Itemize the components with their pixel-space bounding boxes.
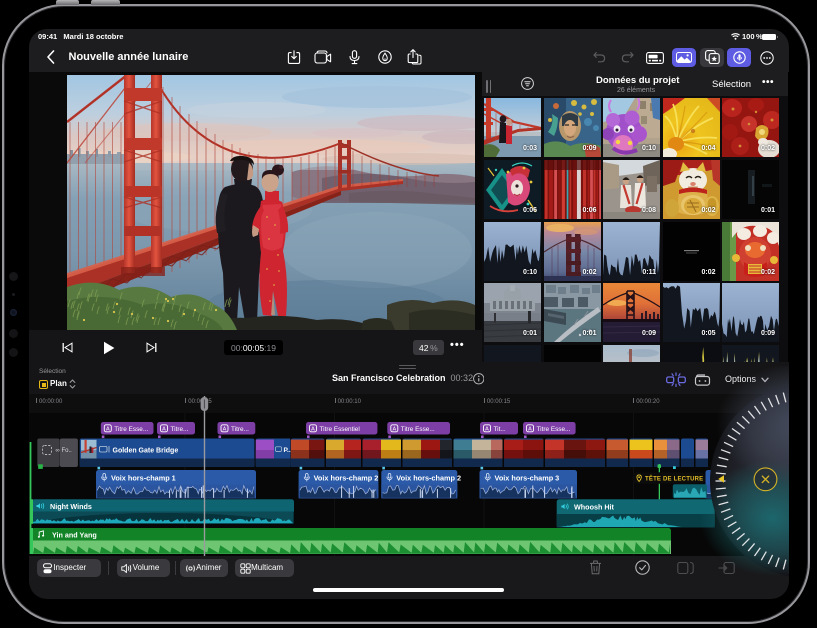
svg-text:Titre...: Titre... <box>231 426 249 433</box>
svg-text:Titre...: Titre... <box>171 426 189 433</box>
svg-text:A: A <box>106 427 110 433</box>
svg-text:Titre Esse...: Titre Esse... <box>537 426 571 433</box>
svg-text:Voix hors-champ 1: Voix hors-champ 1 <box>111 473 176 482</box>
svg-text:A: A <box>485 427 489 433</box>
svg-text:Voix hors-champ 2: Voix hors-champ 2 <box>314 473 379 482</box>
svg-text:Voix hors-champ 2: Voix hors-champ 2 <box>396 473 461 482</box>
svg-text:P..: P.. <box>284 447 291 454</box>
svg-text:Titre Essentiel: Titre Essentiel <box>320 426 360 433</box>
svg-text:∞ Fo..: ∞ Fo.. <box>56 448 73 454</box>
svg-text:A: A <box>528 427 532 433</box>
svg-text:A: A <box>392 427 396 433</box>
svg-text:Voix hors-champ 3: Voix hors-champ 3 <box>495 473 560 482</box>
svg-text:A: A <box>223 427 227 433</box>
svg-text:Golden Gate Bridge: Golden Gate Bridge <box>113 447 179 454</box>
svg-text:Yin and Yang: Yin and Yang <box>52 531 97 540</box>
svg-text:Titre Esse...: Titre Esse... <box>401 426 435 433</box>
svg-text:Whoosh Hit: Whoosh Hit <box>574 503 615 512</box>
svg-text:A: A <box>311 427 315 433</box>
svg-text:Night Winds: Night Winds <box>50 502 92 511</box>
svg-text:A: A <box>162 427 166 433</box>
svg-text:Titre Esse...: Titre Esse... <box>114 426 148 433</box>
svg-text:Tit...: Tit... <box>494 426 506 433</box>
